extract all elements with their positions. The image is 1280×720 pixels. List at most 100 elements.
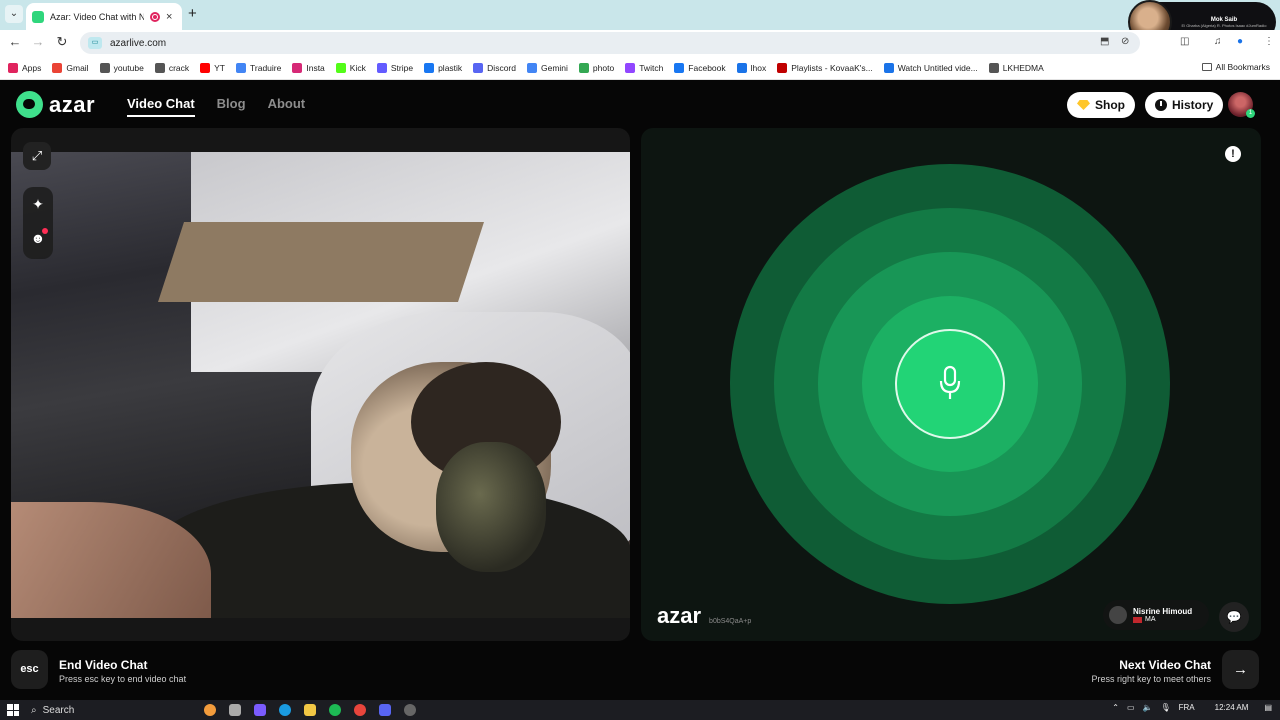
expand-icon[interactable]: ⤢ — [23, 142, 51, 170]
url-bar[interactable]: ▭ azarlive.com — [80, 32, 1140, 54]
forward-arrow-icon[interactable]: → — [29, 34, 47, 49]
bookmark-favicon-icon — [236, 63, 247, 73]
bookmark-favicon-icon — [52, 63, 63, 73]
network-icon[interactable]: ▭ — [1127, 703, 1135, 712]
bookmark-favicon-icon — [376, 63, 387, 73]
bookmark-item[interactable]: lhox — [736, 63, 767, 73]
edge-icon[interactable] — [279, 704, 291, 716]
bookmark-item[interactable]: photo — [578, 63, 615, 73]
volume-icon[interactable]: 🔈 — [1143, 703, 1153, 712]
bookmark-item[interactable]: LKHEDMA — [988, 63, 1044, 73]
tray-chevron-icon[interactable]: ⌃ — [1112, 703, 1119, 712]
bookmark-item[interactable]: youtube — [99, 63, 144, 73]
browser-menu-icon[interactable]: ⋮ — [1264, 36, 1274, 47]
bookmark-item[interactable]: Twitch — [625, 63, 663, 73]
bookmark-item[interactable]: Watch Untitled vide... — [883, 63, 978, 73]
weather-icon[interactable] — [204, 704, 216, 716]
bookmark-label: Stripe — [390, 63, 414, 73]
chrome-icon[interactable] — [354, 704, 366, 716]
partner-info-chip[interactable]: Nisrine Himoud MA — [1103, 600, 1209, 630]
effects-toolbar: ✦ ☻ — [23, 187, 53, 259]
bookmark-label: Traduire — [250, 63, 282, 73]
watermark-code: b0bS4QaA+p — [709, 618, 752, 625]
bookmark-label: photo — [592, 63, 615, 73]
all-bookmarks-button[interactable]: All Bookmarks — [1201, 62, 1270, 72]
install-app-icon[interactable]: ⬒ — [1100, 36, 1109, 47]
bookmark-item[interactable]: YT — [200, 63, 225, 73]
bookmark-label: lhox — [750, 63, 767, 73]
bookmark-item[interactable]: Insta — [292, 63, 325, 73]
notifications-icon[interactable]: ▤ — [1264, 703, 1272, 712]
task-view-icon[interactable] — [229, 704, 241, 716]
tab-search-dropdown[interactable]: ⌄ — [5, 5, 23, 23]
clock-icon — [1155, 99, 1167, 111]
chat-bubble-icon[interactable]: 💬 — [1219, 602, 1249, 632]
bookmark-favicon-icon — [526, 63, 537, 73]
bookmark-favicon-icon — [424, 63, 435, 73]
azar-logo[interactable]: azar — [16, 91, 95, 118]
bookmark-item[interactable]: Discord — [473, 63, 516, 73]
end-chat-title: End Video Chat — [59, 658, 148, 672]
end-chat-button[interactable]: esc — [11, 650, 48, 689]
report-icon[interactable]: ! — [1225, 146, 1241, 162]
extensions-icon[interactable]: ◫ — [1180, 36, 1189, 47]
bookmark-item[interactable]: Kick — [335, 63, 366, 73]
bookmark-favicon-icon — [625, 63, 636, 73]
next-chat-arrow-button[interactable]: → — [1222, 650, 1259, 689]
browser-tab-azar[interactable]: Azar: Video Chat with New × — [26, 3, 182, 30]
discord-icon[interactable] — [379, 704, 391, 716]
spotify-icon[interactable] — [329, 704, 341, 716]
shop-button[interactable]: Shop — [1067, 92, 1135, 118]
file-explorer-icon[interactable] — [304, 704, 316, 716]
nav-blog[interactable]: Blog — [217, 96, 246, 117]
tab-title: Azar: Video Chat with New — [50, 11, 144, 22]
language-indicator[interactable]: FRA — [1179, 703, 1195, 712]
all-bookmarks-label: All Bookmarks — [1215, 62, 1270, 72]
profile-icon[interactable]: ● — [1237, 36, 1243, 47]
bookmark-item[interactable]: Playlists - KovaaK's... — [777, 63, 873, 73]
bookmark-item[interactable]: Gmail — [52, 63, 89, 73]
sparkle-effects-icon[interactable]: ✦ — [23, 187, 53, 221]
tab-close-button[interactable]: × — [166, 11, 172, 23]
avatar-badge: 1 — [1246, 109, 1255, 118]
clock-time[interactable]: 12:24 AM — [1215, 703, 1249, 712]
bookmark-favicon-icon — [200, 63, 211, 73]
bookmark-favicon-icon — [777, 63, 788, 73]
folder-icon — [1201, 63, 1212, 71]
site-info-icon[interactable]: ▭ — [88, 37, 102, 49]
profile-card-subtitle: El Gharba (Algeria) R. Photos Isaac #Jum… — [1181, 22, 1267, 28]
bookmark-item[interactable]: crack — [154, 63, 189, 73]
nav-video-chat[interactable]: Video Chat — [127, 96, 195, 117]
user-avatar[interactable]: 1 — [1228, 92, 1255, 118]
bookmark-favicon-icon — [8, 63, 18, 73]
new-tab-button[interactable]: + — [188, 5, 197, 22]
media-control-icon[interactable]: ♫ — [1214, 36, 1222, 47]
bookmark-item[interactable]: Facebook — [674, 63, 726, 73]
app-icon[interactable] — [404, 704, 416, 716]
app-icon[interactable] — [254, 704, 266, 716]
bookmark-item[interactable]: Gemini — [526, 63, 568, 73]
windows-start-icon[interactable] — [7, 704, 19, 716]
taskbar-search[interactable]: ⌕ Search — [31, 702, 191, 718]
bookmark-item[interactable]: Stripe — [376, 63, 414, 73]
partner-country: MA — [1145, 616, 1156, 623]
bookmark-label: Insta — [306, 63, 325, 73]
bookmark-label: Gemini — [540, 63, 568, 73]
history-button[interactable]: History — [1145, 92, 1224, 118]
bookmark-label: LKHEDMA — [1002, 63, 1044, 73]
partner-name: Nisrine Himoud — [1133, 607, 1193, 616]
main-nav: Video Chat Blog About — [127, 96, 305, 117]
nav-about[interactable]: About — [268, 96, 306, 117]
bookmark-item[interactable]: Traduire — [236, 63, 281, 73]
windows-taskbar: ⌕ Search ⌃ ▭ 🔈 🎙 FRA 12:24 AM ▤ — [0, 700, 1280, 720]
bookmark-item[interactable]: Apps — [8, 63, 41, 73]
mic-tray-icon[interactable]: 🎙 — [1160, 703, 1170, 712]
morocco-flag-icon — [1133, 616, 1142, 623]
eye-off-icon[interactable]: ⊘ — [1121, 36, 1129, 47]
back-arrow-icon[interactable]: ← — [6, 34, 24, 49]
bookmark-label: Twitch — [639, 63, 664, 73]
reload-icon[interactable]: ↻ — [53, 34, 71, 50]
bookmark-label: Discord — [487, 63, 516, 73]
face-filter-icon[interactable]: ☻ — [23, 221, 53, 255]
bookmark-item[interactable]: plastik — [424, 63, 462, 73]
